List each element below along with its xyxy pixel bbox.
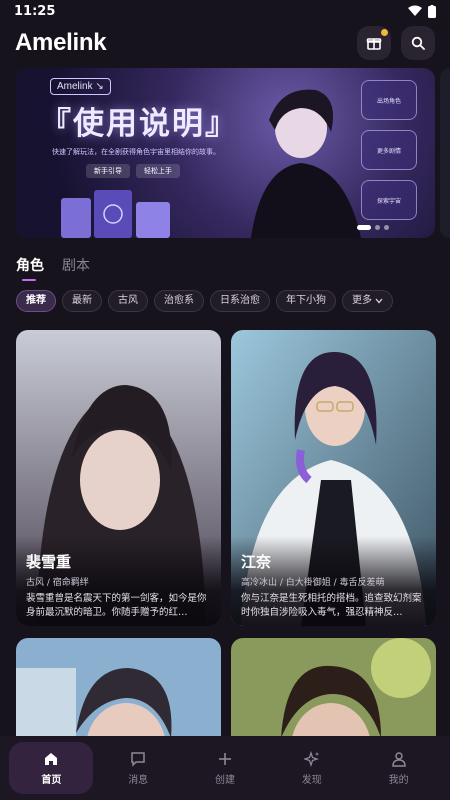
gift-button[interactable] — [357, 26, 391, 60]
banner-feature-cards: 出场角色 更多剧情 探索宇宙 — [361, 80, 417, 220]
nav-discover-label: 发现 — [301, 774, 322, 786]
banner-feature-card: 探索宇宙 — [361, 180, 417, 220]
tab-characters[interactable]: 角色 — [16, 255, 44, 281]
notification-dot — [381, 29, 388, 36]
home-icon — [45, 752, 58, 765]
banner-character-art — [251, 89, 361, 238]
nav-home[interactable]: 首页 — [9, 742, 94, 794]
character-grid: 裴雪重 古风 / 宿命羁绊 裴雪重曾是名震天下的第一剑客，如今是你身前最沉默的暗… — [16, 330, 436, 758]
banner-chips: 新手引导 轻松上手 — [86, 164, 180, 178]
status-time: 11:25 — [14, 3, 56, 19]
search-icon — [411, 36, 425, 50]
character-description: 你与江奈是生死相托的搭档。追查致幻剂案时你独自涉险吸入毒气，强忍精神反… — [241, 593, 422, 618]
battery-icon — [428, 4, 436, 18]
filter-more-label: 更多 — [352, 295, 372, 306]
filter-chip-japanese-healing[interactable]: 日系治愈 — [210, 290, 270, 312]
filter-chip-ancient[interactable]: 古风 — [108, 290, 148, 312]
gift-icon — [366, 38, 382, 50]
filter-chip-younger-puppy[interactable]: 年下小狗 — [276, 290, 336, 312]
banner-next-slide-peek[interactable] — [440, 68, 450, 238]
banner-feature-card: 出场角色 — [361, 80, 417, 120]
banner-title: 『使用说明』 — [40, 106, 238, 142]
filter-chips: 推荐 最新 古风 治愈系 日系治愈 年下小狗 更多 — [0, 290, 450, 312]
banner-pager — [357, 225, 389, 230]
status-icons — [408, 4, 436, 18]
filter-chip-recommended[interactable]: 推荐 — [16, 290, 56, 312]
message-icon — [131, 751, 145, 767]
pager-dot — [375, 225, 380, 230]
banner-tag: Amelink ↘ — [50, 78, 111, 95]
nav-profile[interactable]: 我的 — [357, 742, 441, 794]
nav-create[interactable]: 创建 — [183, 742, 267, 794]
banner-subtitle: 快速了解玩法，在全剧获得角色宇宙里相结你的故事。 — [52, 148, 220, 156]
banner-chip: 轻松上手 — [136, 164, 180, 178]
nav-home-label: 首页 — [41, 774, 62, 786]
sparkle-icon — [303, 750, 319, 767]
search-button[interactable] — [401, 26, 435, 60]
nav-create-label: 创建 — [214, 774, 235, 786]
chevron-down-icon — [375, 298, 383, 304]
bottom-navigation: 首页 消息 创建 发现 我的 — [0, 736, 450, 800]
nav-discover[interactable]: 发现 — [270, 742, 354, 794]
filter-more-button[interactable]: 更多 — [342, 290, 393, 312]
character-tags: 高冷冰山 / 白大褂御姐 / 毒舌反差萌 — [241, 578, 385, 588]
filter-chip-healing[interactable]: 治愈系 — [154, 290, 204, 312]
filter-chip-latest[interactable]: 最新 — [62, 290, 102, 312]
app-header: Amelink — [0, 22, 450, 64]
nav-messages[interactable]: 消息 — [96, 742, 180, 794]
status-bar: 11:25 — [0, 0, 450, 22]
nav-messages-label: 消息 — [128, 774, 149, 786]
pager-dot — [384, 225, 389, 230]
banner-books-art — [61, 190, 170, 238]
banner-carousel[interactable]: Amelink ↘ 『使用说明』 快速了解玩法，在全剧获得角色宇宙里相结你的故事… — [0, 68, 450, 246]
app-logo: Amelink — [15, 29, 107, 56]
banner-chip: 新手引导 — [86, 164, 130, 178]
pager-dot-active — [357, 225, 371, 230]
character-card[interactable]: 裴雪重 古风 / 宿命羁绊 裴雪重曾是名震天下的第一剑客，如今是你身前最沉默的暗… — [16, 330, 221, 626]
banner-feature-card: 更多剧情 — [361, 130, 417, 170]
wifi-icon — [408, 5, 422, 16]
character-name: 江奈 — [241, 553, 272, 571]
header-actions — [357, 26, 435, 60]
plus-icon — [218, 752, 231, 765]
content-tabs: 角色 剧本 — [0, 250, 450, 281]
banner-slide[interactable]: Amelink ↘ 『使用说明』 快速了解玩法，在全剧获得角色宇宙里相结你的故事… — [16, 68, 435, 238]
character-name: 裴雪重 — [26, 553, 72, 571]
nav-profile-label: 我的 — [388, 774, 409, 786]
character-description: 裴雪重曾是名震天下的第一剑客，如今是你身前最沉默的暗卫。你随手赠予的红… — [26, 593, 207, 618]
profile-icon — [391, 751, 406, 767]
tab-scripts[interactable]: 剧本 — [62, 255, 90, 275]
character-tags: 古风 / 宿命羁绊 — [26, 578, 89, 588]
character-card[interactable]: 江奈 高冷冰山 / 白大褂御姐 / 毒舌反差萌 你与江奈是生死相托的搭档。追查致… — [231, 330, 436, 626]
